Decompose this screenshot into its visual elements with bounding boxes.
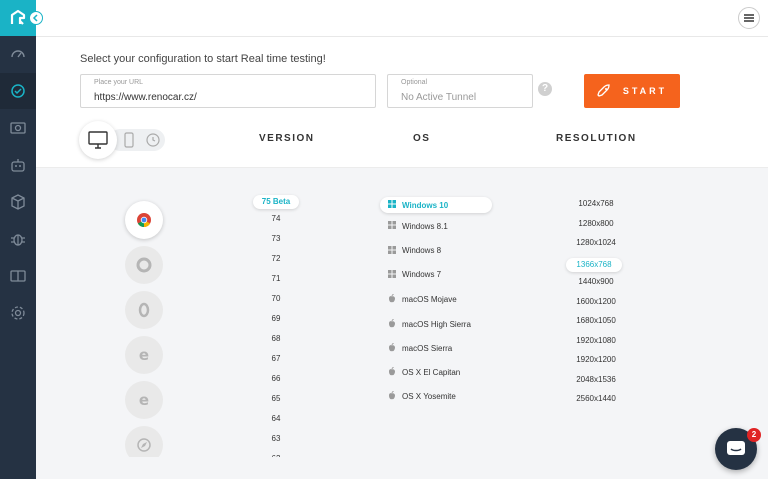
os-label: Windows 8.1 [402,221,448,231]
windows-icon [388,245,396,256]
url-field[interactable]: Place your URL https://www.renocar.cz/ [80,74,376,108]
windows-icon [388,221,396,231]
start-button[interactable]: START [584,74,680,108]
resolution-item[interactable]: 1280x800 [558,219,634,228]
os-item[interactable]: Windows 7 [388,269,442,280]
device-selector [79,121,209,159]
tunnel-label: Optional [401,79,428,86]
windows-icon [388,269,396,280]
resolution-item[interactable]: 1440x900 [558,277,634,286]
collapse-sidebar-icon[interactable] [29,11,43,25]
hamburger-menu-icon[interactable] [738,7,760,29]
url-label: Place your URL [94,79,144,86]
svg-text:e: e [139,391,149,409]
url-input[interactable]: https://www.renocar.cz/ [94,92,197,103]
firefox-browser-icon[interactable] [125,246,163,284]
version-item[interactable]: 63 [231,434,321,443]
bug-icon[interactable] [0,221,36,257]
tunnel-field[interactable]: Optional No Active Tunnel [387,74,533,108]
automation-robot-icon[interactable] [0,147,36,183]
chat-icon [727,441,745,455]
start-label: START [622,86,668,96]
os-label: OS X Yosemite [402,392,456,402]
version-item[interactable]: 69 [231,314,321,323]
os-label: macOS Mojave [402,295,457,305]
apple-icon [388,342,396,354]
os-item[interactable]: Windows 8 [388,245,442,256]
config-panel: Select your configuration to start Real … [36,37,768,168]
resolution-item[interactable]: 1024x768 [558,199,634,208]
version-item[interactable]: 75 Beta [253,195,299,209]
version-item[interactable]: 66 [231,374,321,383]
os-item[interactable]: macOS Sierra [388,342,453,354]
responsive-icon[interactable] [0,258,36,294]
os-item[interactable]: Windows 10 [380,197,492,213]
resolution-header: RESOLUTION [556,133,637,144]
resolution-item[interactable]: 1680x1050 [558,316,634,325]
apple-icon [388,294,396,305]
os-label: OS X El Capitan [402,368,461,378]
smartwatch-icon[interactable] [145,132,161,153]
internet-explorer-browser-icon[interactable]: e [125,336,163,374]
version-item[interactable]: 65 [231,394,321,403]
chrome-browser-icon[interactable] [125,201,163,239]
os-item[interactable]: Windows 8.1 [388,221,448,231]
os-label: macOS High Sierra [402,319,471,329]
config-prompt: Select your configuration to start Real … [80,53,326,65]
top-bar [36,0,768,37]
os-label: macOS Sierra [402,343,453,353]
apple-icon [388,391,396,402]
speedometer-icon[interactable] [0,36,36,72]
os-header: OS [413,133,431,144]
apple-icon [388,367,396,378]
realtime-clock-icon[interactable] [0,73,36,109]
safari-browser-icon[interactable] [125,426,163,457]
desktop-icon[interactable] [79,121,117,159]
os-item[interactable]: macOS High Sierra [388,318,471,330]
os-item[interactable]: OS X El Capitan [388,367,460,378]
version-item[interactable]: 71 [231,274,321,283]
version-item[interactable]: 68 [231,334,321,343]
opera-browser-icon[interactable] [125,291,163,329]
os-item[interactable]: OS X Yosemite [388,391,456,402]
edge-browser-icon[interactable]: e [125,381,163,419]
windows-icon [388,200,396,210]
resolution-item[interactable]: 2048x1536 [558,375,634,384]
resolution-item[interactable]: 1280x1024 [558,238,634,247]
resolution-item[interactable]: 1920x1200 [558,355,634,364]
sidebar [0,0,36,479]
info-icon[interactable]: ? [538,82,552,96]
os-item[interactable]: macOS Mojave [388,294,457,305]
package-box-icon[interactable] [0,184,36,220]
resolution-item[interactable]: 1366x768 [566,257,622,272]
version-item[interactable]: 67 [231,354,321,363]
tunnel-select[interactable]: No Active Tunnel [401,92,476,103]
version-item[interactable]: 73 [231,234,321,243]
version-item[interactable]: 72 [231,254,321,263]
version-item[interactable]: 70 [231,294,321,303]
mobile-icon[interactable] [123,132,135,153]
settings-gear-icon[interactable] [0,295,36,331]
resolution-item[interactable]: 1920x1080 [558,336,634,345]
version-header: VERSION [259,133,315,144]
os-label: Windows 7 [402,270,442,280]
selection-lists: e e 75 Beta 74 73 72 71 70 69 68 67 66 65 64 63 62 Win… [36,168,768,457]
svg-text:e: e [139,346,149,364]
version-item[interactable]: 64 [231,414,321,423]
resolution-item[interactable]: 1600x1200 [558,297,634,306]
chat-unread-badge: 2 [747,428,761,442]
rocket-icon [597,84,610,97]
resolution-item[interactable]: 2560x1440 [558,394,634,403]
version-item[interactable]: 62 [231,454,321,457]
os-label: Windows 10 [402,200,449,210]
apple-icon [388,318,396,330]
screenshot-icon[interactable] [0,110,36,146]
version-item[interactable]: 74 [231,214,321,223]
os-label: Windows 8 [402,246,442,256]
